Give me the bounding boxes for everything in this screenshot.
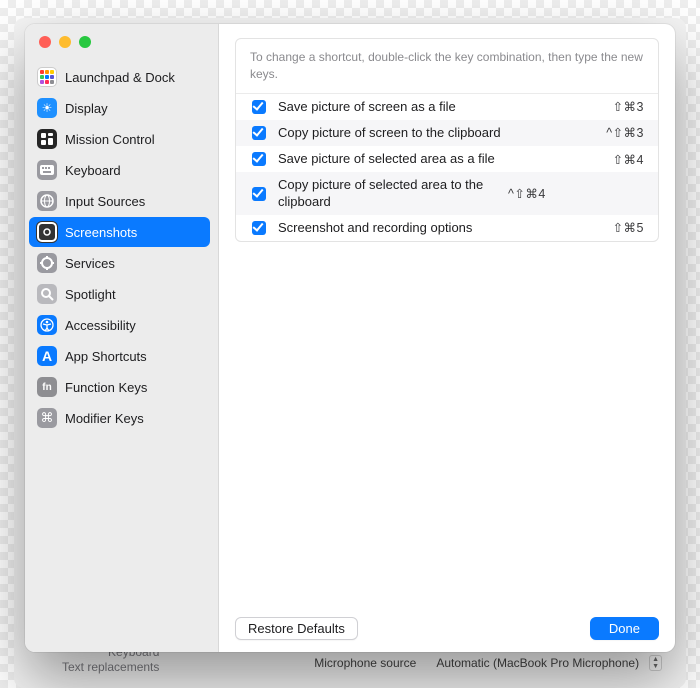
sidebar-item-input-sources[interactable]: Input Sources [29, 186, 210, 216]
sidebar-item-function-keys[interactable]: fn Function Keys [29, 372, 210, 402]
spotlight-icon [37, 284, 57, 304]
sidebar-item-keyboard[interactable]: Keyboard [29, 155, 210, 185]
shortcut-label: Copy picture of selected area to the cli… [278, 177, 508, 210]
shortcut-checkbox[interactable] [252, 187, 266, 201]
sidebar-item-app-shortcuts[interactable]: A App Shortcuts [29, 341, 210, 371]
sidebar-item-label: Launchpad & Dock [65, 70, 175, 85]
shortcut-keys[interactable]: ⇧⌘5 [613, 220, 644, 235]
function-keys-icon: fn [37, 377, 57, 397]
mission-control-icon [37, 129, 57, 149]
modifier-keys-icon: ⌘ [37, 408, 57, 428]
app-shortcuts-icon: A [37, 346, 57, 366]
window-controls [29, 34, 210, 62]
launchpad-icon [37, 67, 57, 87]
bg-mic-row: Microphone source Automatic (MacBook Pro… [304, 654, 662, 672]
shortcut-label: Save picture of selected area as a file [278, 151, 613, 167]
shortcut-keys[interactable]: ⇧⌘3 [613, 99, 644, 114]
accessibility-icon [37, 315, 57, 335]
services-icon [37, 253, 57, 273]
shortcut-keys[interactable]: ⇧⌘4 [613, 152, 644, 167]
shortcut-row[interactable]: Copy picture of selected area to the cli… [236, 172, 658, 215]
shortcut-keys[interactable]: ^⇧⌘4 [508, 186, 546, 201]
zoom-icon[interactable] [79, 36, 91, 48]
sidebar-item-launchpad-dock[interactable]: Launchpad & Dock [29, 62, 210, 92]
display-icon: ☀ [37, 98, 57, 118]
sidebar-item-label: Spotlight [65, 287, 116, 302]
close-icon[interactable] [39, 36, 51, 48]
sidebar-item-label: Accessibility [65, 318, 136, 333]
shortcut-checkbox[interactable] [252, 126, 266, 140]
bg-mic-select-value[interactable]: Automatic (MacBook Pro Microphone) [426, 654, 649, 672]
sidebar-nav: Launchpad & Dock ☀ Display Mission Contr… [29, 62, 210, 433]
shortcut-row[interactable]: Save picture of screen as a file ⇧⌘3 [236, 94, 658, 120]
hint-text: To change a shortcut, double-click the k… [236, 39, 658, 94]
shortcut-label: Save picture of screen as a file [278, 99, 613, 115]
footer: Restore Defaults Done [235, 605, 659, 640]
sidebar-item-label: Input Sources [65, 194, 145, 209]
sidebar-item-label: Screenshots [65, 225, 137, 240]
shortcut-checkbox[interactable] [252, 100, 266, 114]
sidebar-item-label: Mission Control [65, 132, 155, 147]
sidebar-item-screenshots[interactable]: Screenshots [29, 217, 210, 247]
sidebar-item-services[interactable]: Services [29, 248, 210, 278]
sidebar-item-modifier-keys[interactable]: ⌘ Modifier Keys [29, 403, 210, 433]
stepper-icon[interactable]: ▲▼ [649, 655, 662, 671]
shortcut-keys[interactable]: ^⇧⌘3 [606, 125, 644, 140]
sidebar-item-accessibility[interactable]: Accessibility [29, 310, 210, 340]
content-pane: To change a shortcut, double-click the k… [219, 24, 675, 652]
keyboard-icon [37, 160, 57, 180]
input-sources-icon [37, 191, 57, 211]
sidebar-item-mission-control[interactable]: Mission Control [29, 124, 210, 154]
shortcut-row[interactable]: Save picture of selected area as a file … [236, 146, 658, 172]
shortcut-label: Screenshot and recording options [278, 220, 613, 236]
shortcut-row[interactable]: Screenshot and recording options ⇧⌘5 [236, 215, 658, 241]
shortcuts-panel: To change a shortcut, double-click the k… [235, 38, 659, 242]
shortcut-checkbox[interactable] [252, 221, 266, 235]
screenshots-icon [37, 222, 57, 242]
restore-defaults-button[interactable]: Restore Defaults [235, 617, 358, 640]
sidebar-item-display[interactable]: ☀ Display [29, 93, 210, 123]
sidebar-item-spotlight[interactable]: Spotlight [29, 279, 210, 309]
sidebar: Launchpad & Dock ☀ Display Mission Contr… [25, 24, 219, 652]
shortcut-row[interactable]: Copy picture of screen to the clipboard … [236, 120, 658, 146]
keyboard-shortcuts-window: Launchpad & Dock ☀ Display Mission Contr… [25, 24, 675, 652]
done-button[interactable]: Done [590, 617, 659, 640]
shortcut-checkbox[interactable] [252, 152, 266, 166]
sidebar-item-label: Modifier Keys [65, 411, 144, 426]
sidebar-item-label: Keyboard [65, 163, 121, 178]
sidebar-item-label: Display [65, 101, 108, 116]
sidebar-item-label: App Shortcuts [65, 349, 147, 364]
bg-mic-label: Microphone source [304, 654, 426, 672]
shortcut-label: Copy picture of screen to the clipboard [278, 125, 606, 141]
sidebar-item-label: Function Keys [65, 380, 147, 395]
minimize-icon[interactable] [59, 36, 71, 48]
sidebar-item-label: Services [65, 256, 115, 271]
